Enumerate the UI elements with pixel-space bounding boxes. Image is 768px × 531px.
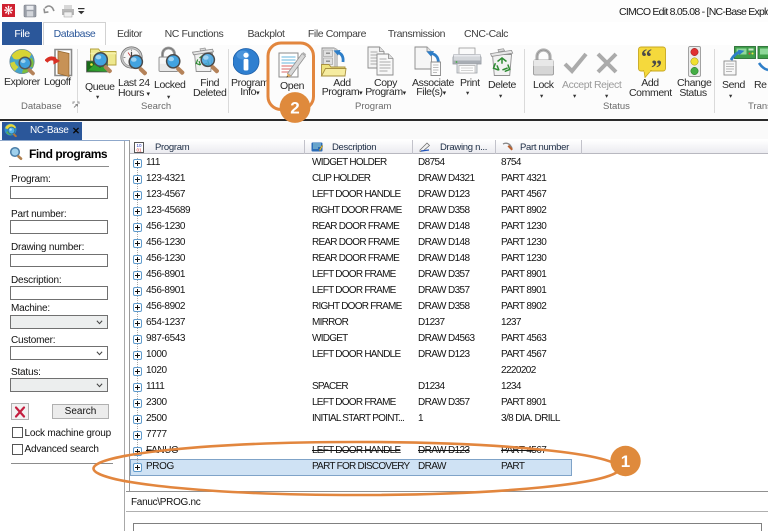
svg-text:”: ” — [651, 55, 662, 78]
svg-text:01: 01 — [136, 147, 142, 152]
svg-text:❋: ❋ — [3, 4, 13, 18]
